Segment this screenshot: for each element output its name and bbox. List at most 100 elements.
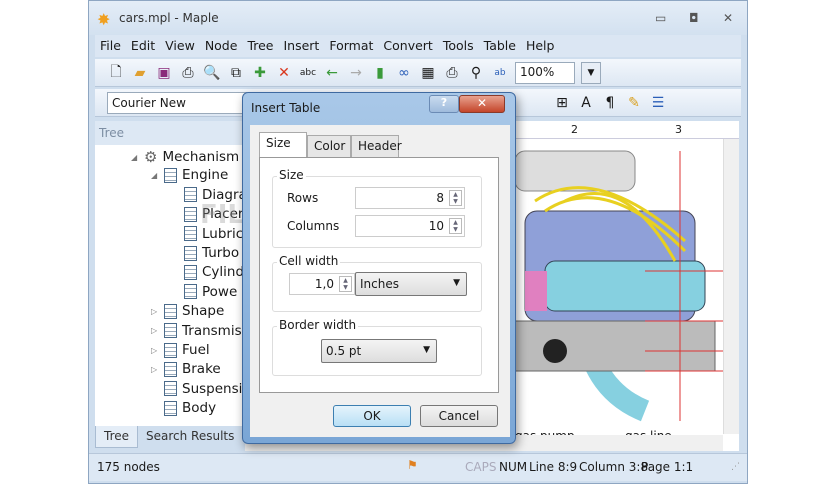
node-count: 175 nodes [97,460,160,474]
tab-tree[interactable]: Tree [95,426,139,448]
menu-view[interactable]: View [160,35,200,57]
save-icon[interactable]: ▣ [155,65,173,81]
tree-node[interactable]: ◢ Engine [151,167,228,183]
table-icon[interactable]: ▦ [419,65,437,81]
rename-icon[interactable]: abc [299,68,317,78]
window-title: cars.mpl - Maple [119,11,219,25]
column-indicator: Column 3:8 [579,460,649,474]
size-tab-panel: Size Rows 8 ▲ ▼ Columns 10 ▲ ▼ Cell width 1,… [259,157,499,393]
add-node-icon[interactable]: ✚ [251,65,269,81]
dialog-close-button[interactable]: ✕ [459,95,505,113]
document-icon [164,381,177,397]
menu-insert[interactable]: Insert [278,35,324,57]
cell-unit-value: Inches [360,277,399,291]
rows-input[interactable]: 8 ▲ ▼ [355,187,465,209]
printer-icon[interactable]: ⎙ [443,65,461,81]
vertical-scrollbar[interactable] [723,139,739,434]
tree-node[interactable]: Suspensi [151,381,242,397]
font-select[interactable]: Courier New [107,91,247,114]
borders-icon[interactable]: ⊞ [553,95,571,111]
tree-node[interactable]: Turbo [171,245,239,261]
tree-node-label: Transmis [182,322,242,339]
cancel-button[interactable]: Cancel [420,405,498,427]
tree-node[interactable]: ▷ Shape [151,303,224,319]
chevron-down-icon: ▼ [453,278,460,288]
tree-tabs: Tree Search Results [95,426,245,448]
tree-node-label: Shape [182,303,225,320]
menu-edit[interactable]: Edit [126,35,160,57]
border-width-label: Border width [277,318,359,332]
menu-table[interactable]: Table [479,35,521,57]
menu-help[interactable]: Help [521,35,560,57]
tree-node[interactable]: Powe [171,284,237,300]
collapsed-arrow-icon[interactable]: ▷ [151,326,159,335]
columns-input[interactable]: 10 ▲ ▼ [355,215,465,237]
tree-node[interactable]: Cylind [171,264,244,280]
tree-node[interactable]: Body [151,400,216,416]
paragraph-icon[interactable]: ¶ [601,95,619,111]
bookmark-icon[interactable]: ▮ [371,65,389,81]
tab-size[interactable]: Size [259,132,307,158]
cell-unit-select[interactable]: Inches ▼ [355,272,467,296]
zoom-input[interactable]: 100% [515,61,575,84]
find-icon[interactable]: ⚲ [467,65,485,81]
rows-value: 8 [436,191,444,205]
replace-icon[interactable]: ab [491,68,509,78]
expanded-arrow-icon[interactable]: ◢ [131,153,139,162]
columns-spinner-icon[interactable]: ▲ ▼ [449,218,462,234]
tree-node[interactable]: ▷ Brake [151,361,221,377]
dialog-body: Size Color Header Size Rows 8 ▲ ▼ Columns … [250,125,510,437]
collapsed-arrow-icon[interactable]: ▷ [151,307,159,316]
print-icon[interactable]: ⎙ [179,65,197,81]
chevron-down-icon: ▼ [423,345,430,355]
tree-node[interactable]: ◢ ⚙ Mechanism [131,148,239,166]
highlight-icon[interactable]: ✎ [625,95,643,111]
menu-file[interactable]: File [95,35,126,57]
expanded-arrow-icon[interactable]: ◢ [151,171,159,180]
ok-button[interactable]: OK [333,405,411,427]
delete-node-icon[interactable]: ✕ [275,65,293,81]
menu-tree[interactable]: Tree [242,35,278,57]
status-bar: 175 nodes ⚑ CAPS NUM Line 8:9 Column 3:8… [89,453,747,481]
menu-convert[interactable]: Convert [378,35,437,57]
list-icon[interactable]: ☰ [649,95,667,111]
new-file-icon[interactable]: 🗋 [107,61,125,85]
line-indicator: Line 8:9 [529,460,578,474]
tab-header[interactable]: Header [351,135,402,157]
cell-width-input[interactable]: 1,0 ▲ ▼ [289,273,355,295]
link-icon[interactable]: ∞ [395,65,413,81]
tab-color[interactable]: Color [307,135,351,157]
border-width-select[interactable]: 0.5 pt ▼ [321,339,437,363]
minimize-button[interactable]: ▭ [655,11,666,25]
forward-arrow-icon[interactable]: → [347,65,365,81]
back-arrow-icon[interactable]: ← [323,65,341,81]
export-icon[interactable]: ⧉ [227,65,245,81]
collapsed-arrow-icon[interactable]: ▷ [151,346,159,355]
font-color-icon[interactable]: A [577,95,595,111]
close-button[interactable]: ✕ [723,11,733,25]
insert-table-dialog: Insert Table ? ✕ Size Color Header Size … [242,92,516,444]
menu-tools[interactable]: Tools [438,35,479,57]
tree-node-label: Body [182,400,217,417]
engine-diagram [514,150,725,422]
tab-search-results[interactable]: Search Results [138,426,242,448]
rows-spinner-icon[interactable]: ▲ ▼ [449,190,462,206]
maximize-button[interactable]: ◘ [689,11,699,25]
cell-width-spinner-icon[interactable]: ▲ ▼ [339,276,352,292]
document-icon [184,187,197,203]
document-icon [164,323,177,339]
print-preview-icon[interactable]: 🔍 [203,65,221,81]
open-folder-icon[interactable]: ▰ [131,65,149,81]
zoom-dropdown-icon[interactable]: ▼ [581,61,601,84]
menu-node[interactable]: Node [200,35,243,57]
columns-value: 10 [428,219,444,233]
help-button[interactable]: ? [429,95,459,113]
collapsed-arrow-icon[interactable]: ▷ [151,365,159,374]
document-icon [164,400,177,416]
gear-icon: ⚙ [144,148,158,166]
columns-label: Columns [287,219,340,233]
tree-node[interactable]: ▷ Transmis [151,323,242,339]
resize-grip-icon[interactable]: ⋰ [731,462,740,472]
tree-node[interactable]: ▷ Fuel [151,342,210,358]
menu-format[interactable]: Format [324,35,378,57]
